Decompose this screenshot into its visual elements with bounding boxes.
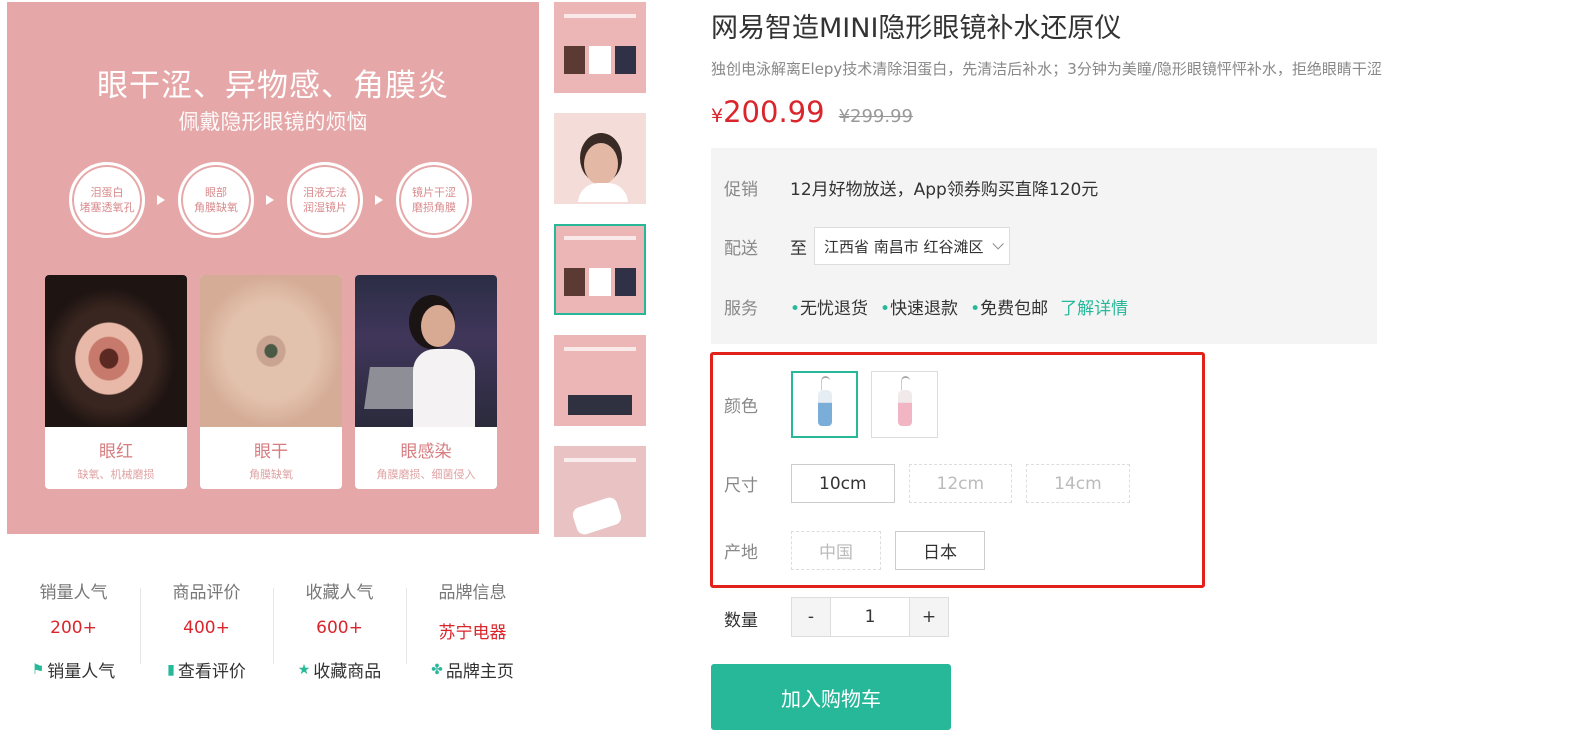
thumbnail[interactable] bbox=[554, 2, 646, 93]
promo-row: 促销 12月好物放送，App领券购买直降120元 bbox=[724, 175, 1098, 200]
cause-circle: 泪蛋白 堵塞透氧孔 bbox=[69, 162, 145, 238]
symptom-card: 眼感染 角膜磨损、细菌侵入 bbox=[355, 275, 497, 489]
dry-eye-photo bbox=[200, 275, 342, 427]
stat-sales: 销量人气 200+ ⚑ 销量人气 bbox=[7, 578, 140, 682]
size-option-disabled[interactable]: 12cm bbox=[908, 464, 1013, 503]
symptom-title: 眼感染 bbox=[400, 442, 452, 462]
service-item: •免费包邮 bbox=[970, 299, 1049, 319]
promo-label: 促销 bbox=[724, 180, 758, 200]
banner-subheadline: 佩戴隐形眼镜的烦恼 bbox=[178, 110, 368, 134]
thumbnail[interactable] bbox=[554, 335, 646, 426]
quantity-increase-button[interactable]: + bbox=[910, 598, 948, 636]
service-row: 服务 •无忧退货 •快速退款 •免费包邮 了解详情 bbox=[724, 294, 1128, 319]
view-reviews-link[interactable]: ▮ 查看评价 bbox=[167, 657, 246, 683]
stat-favorites: 收藏人气 600+ ★ 收藏商品 bbox=[273, 578, 406, 682]
symptom-title: 眼红 bbox=[99, 442, 133, 462]
thumbnail[interactable] bbox=[554, 113, 646, 204]
delivery-label: 配送 bbox=[724, 238, 758, 259]
service-item: •无忧退货 bbox=[790, 299, 869, 319]
arrow-right-icon bbox=[266, 195, 274, 205]
cause-circle: 眼部 角膜缺氧 bbox=[178, 162, 254, 238]
tired-woman-photo bbox=[355, 275, 497, 427]
delivery-row: 配送 至 江西省 南昌市 红谷滩区 bbox=[724, 227, 1010, 265]
cause-chain: 泪蛋白 堵塞透氧孔 眼部 角膜缺氧 泪液无法 润湿镜片 镜片干涩 磨损角膜 bbox=[69, 162, 472, 238]
size-option-selected[interactable]: 10cm bbox=[791, 464, 895, 503]
star-icon: ★ bbox=[297, 661, 311, 678]
size-label: 尺寸 bbox=[724, 476, 758, 496]
origin-option-disabled[interactable]: 中国 bbox=[791, 531, 881, 570]
symptom-card: 眼红 缺氧、机械磨损 bbox=[45, 275, 187, 489]
thumbnail-list bbox=[554, 2, 646, 557]
service-item: •快速退款 bbox=[880, 299, 959, 319]
symptom-desc: 缺氧、机械磨损 bbox=[77, 468, 155, 481]
red-eye-photo bbox=[45, 275, 187, 427]
service-details-link[interactable]: 了解详情 bbox=[1060, 294, 1128, 319]
arrow-right-icon bbox=[375, 195, 383, 205]
price-row: ¥200.99 ¥299.99 bbox=[711, 95, 913, 129]
symptom-title: 眼干 bbox=[254, 442, 288, 462]
cause-circle: 泪液无法 润湿镜片 bbox=[287, 162, 363, 238]
symptom-desc: 角膜缺氧 bbox=[249, 468, 293, 481]
origin-label: 产地 bbox=[724, 543, 758, 563]
pink-device-icon bbox=[897, 375, 912, 426]
region-value: 江西省 南昌市 红谷滩区 bbox=[824, 237, 984, 256]
current-price: ¥200.99 bbox=[711, 95, 825, 129]
quantity-input[interactable]: 1 bbox=[830, 598, 910, 636]
stat-value: 苏宁电器 bbox=[438, 623, 507, 643]
color-row: 颜色 bbox=[724, 371, 951, 438]
origin-row: 产地 中国 日本 bbox=[724, 531, 999, 570]
stat-label: 品牌信息 bbox=[438, 583, 507, 603]
comment-icon: ▮ bbox=[167, 661, 175, 678]
brand-icon: ✤ bbox=[431, 661, 443, 678]
promo-text: 12月好物放送，App领券购买直降120元 bbox=[790, 180, 1099, 200]
product-title: 网易智造MINI隐形眼镜补水还原仪 bbox=[711, 13, 1122, 44]
stat-value: 600+ bbox=[316, 618, 363, 638]
stat-label: 销量人气 bbox=[39, 583, 108, 603]
stat-value: 400+ bbox=[183, 618, 230, 638]
banner-headline: 眼干涩、异物感、角膜炎 bbox=[97, 68, 449, 104]
flag-icon: ⚑ bbox=[31, 661, 45, 678]
quantity-label: 数量 bbox=[724, 611, 758, 631]
arrow-right-icon bbox=[157, 195, 165, 205]
quantity-row: 数量 bbox=[724, 606, 791, 631]
service-label: 服务 bbox=[724, 299, 758, 319]
symptom-desc: 角膜磨损、细菌侵入 bbox=[376, 468, 476, 481]
size-option-disabled[interactable]: 14cm bbox=[1026, 464, 1130, 503]
symptom-cards: 眼红 缺氧、机械磨损 眼干 角膜缺氧 眼感染 角膜磨损、细菌侵入 bbox=[45, 275, 497, 489]
thumbnail-active[interactable] bbox=[554, 224, 646, 315]
product-subtitle: 独创电泳解离Elepy技术清除泪蛋白，先清洁后补水；3分钟为美瞳/隐形眼镜怦怦补… bbox=[711, 60, 1382, 78]
region-selector[interactable]: 江西省 南昌市 红谷滩区 bbox=[814, 227, 1010, 265]
quantity-decrease-button[interactable]: - bbox=[792, 598, 830, 636]
product-stats: 销量人气 200+ ⚑ 销量人气 商品评价 400+ ▮ 查看评价 收藏人气 600… bbox=[7, 578, 539, 682]
sales-link[interactable]: ⚑ 销量人气 bbox=[31, 657, 116, 683]
original-price: ¥299.99 bbox=[838, 106, 914, 127]
size-row: 尺寸 10cm 12cm 14cm bbox=[724, 464, 1144, 503]
chevron-down-icon bbox=[992, 238, 1004, 250]
origin-option[interactable]: 日本 bbox=[895, 531, 985, 570]
quantity-stepper: - 1 + bbox=[791, 597, 949, 637]
stat-brand: 品牌信息 苏宁电器 ✤ 品牌主页 bbox=[406, 578, 539, 682]
stat-label: 收藏人气 bbox=[305, 583, 374, 603]
stat-value: 200+ bbox=[50, 618, 97, 638]
add-to-cart-button[interactable]: 加入购物车 bbox=[711, 664, 951, 730]
stat-reviews: 商品评价 400+ ▮ 查看评价 bbox=[140, 578, 273, 682]
product-main-image: 眼干涩、异物感、角膜炎 佩戴隐形眼镜的烦恼 泪蛋白 堵塞透氧孔 眼部 角膜缺氧 泪液… bbox=[7, 2, 539, 534]
delivery-prefix: 至 bbox=[790, 238, 807, 259]
color-option-pink[interactable] bbox=[871, 371, 938, 438]
info-panel: 促销 12月好物放送，App领券购买直降120元 配送 至 江西省 南昌市 红谷… bbox=[711, 148, 1377, 344]
color-option-blue[interactable] bbox=[791, 371, 858, 438]
blue-device-icon bbox=[817, 375, 832, 426]
brand-home-link[interactable]: ✤ 品牌主页 bbox=[431, 657, 514, 683]
thumbnail[interactable] bbox=[554, 446, 646, 537]
favorite-button[interactable]: ★ 收藏商品 bbox=[297, 657, 382, 683]
stat-label: 商品评价 bbox=[172, 583, 241, 603]
cause-circle: 镜片干涩 磨损角膜 bbox=[396, 162, 472, 238]
color-label: 颜色 bbox=[724, 397, 758, 417]
symptom-card: 眼干 角膜缺氧 bbox=[200, 275, 342, 489]
